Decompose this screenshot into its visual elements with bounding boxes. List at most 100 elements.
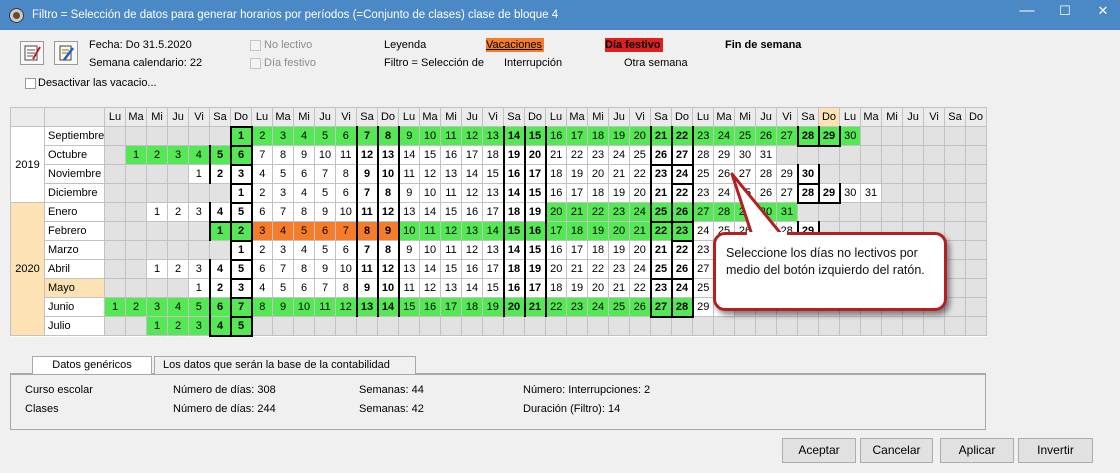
minimize-icon[interactable]: — — [1010, 0, 1044, 28]
day-cell[interactable]: 3 — [188, 316, 210, 336]
day-cell[interactable]: 9 — [398, 126, 420, 146]
settings-button[interactable] — [54, 41, 78, 65]
day-cell[interactable]: 21 — [608, 164, 630, 184]
day-cell[interactable]: 4 — [208, 316, 232, 337]
day-cell[interactable]: 6 — [251, 259, 273, 279]
day-cell[interactable]: 3 — [251, 221, 273, 241]
day-cell[interactable]: 11 — [440, 126, 462, 146]
day-cell[interactable]: 13 — [482, 126, 504, 146]
day-cell[interactable]: 30 — [839, 126, 861, 146]
day-cell[interactable]: 10 — [335, 202, 357, 222]
day-cell[interactable]: 25 — [692, 278, 714, 298]
month-label[interactable]: Mayo — [44, 278, 105, 298]
day-cell[interactable]: 30 — [734, 145, 756, 165]
day-cell[interactable]: 7 — [314, 278, 336, 298]
day-cell[interactable]: 15 — [440, 259, 462, 279]
invertir-button[interactable]: Invertir — [1018, 438, 1093, 463]
day-cell[interactable]: 1 — [188, 278, 210, 298]
day-cell[interactable]: 6 — [208, 297, 232, 317]
day-cell[interactable]: 26 — [649, 145, 673, 166]
weekday-header[interactable]: Ju — [167, 107, 189, 127]
day-cell[interactable]: 5 — [229, 258, 253, 279]
day-cell[interactable]: 2 — [251, 240, 273, 260]
day-cell[interactable]: 12 — [419, 278, 441, 298]
day-cell[interactable]: 3 — [146, 297, 168, 317]
day-cell[interactable]: 15 — [523, 126, 547, 146]
day-cell[interactable]: 27 — [692, 202, 714, 222]
day-cell[interactable]: 5 — [314, 126, 336, 146]
weekday-header[interactable]: Mi — [440, 107, 462, 127]
weekday-header[interactable]: Sa — [503, 107, 525, 127]
month-label[interactable]: Febrero — [44, 221, 105, 241]
weekday-header[interactable]: Ju — [314, 107, 336, 127]
day-cell[interactable]: 18 — [587, 240, 609, 260]
day-cell[interactable]: 25 — [629, 145, 651, 165]
day-cell[interactable]: 18 — [502, 259, 526, 279]
day-cell[interactable]: 11 — [355, 202, 379, 222]
day-cell[interactable]: 2 — [208, 164, 232, 184]
day-cell[interactable]: 24 — [670, 164, 694, 185]
day-cell[interactable]: 15 — [523, 240, 547, 260]
day-cell[interactable]: 21 — [649, 183, 673, 203]
weekday-header[interactable]: Ju — [902, 107, 924, 127]
day-cell[interactable]: 21 — [649, 240, 673, 260]
day-cell[interactable]: 14 — [419, 202, 441, 222]
day-cell[interactable]: 27 — [692, 259, 714, 279]
day-cell[interactable]: 18 — [482, 145, 504, 165]
day-cell[interactable]: 28 — [796, 183, 820, 204]
weekday-header[interactable]: Sa — [356, 107, 378, 127]
day-cell[interactable]: 5 — [188, 297, 210, 317]
day-cell[interactable]: 30 — [796, 164, 820, 185]
weekday-header[interactable]: Mi — [734, 107, 756, 127]
day-cell[interactable]: 3 — [272, 126, 294, 146]
day-cell[interactable]: 17 — [566, 183, 588, 203]
day-cell[interactable]: 18 — [587, 183, 609, 203]
month-label[interactable]: Abril — [44, 259, 105, 279]
weekday-header[interactable]: Ju — [461, 107, 483, 127]
day-cell[interactable]: 7 — [355, 126, 379, 146]
day-cell[interactable]: 8 — [376, 240, 400, 260]
day-cell[interactable]: 12 — [419, 164, 441, 184]
day-cell[interactable]: 12 — [461, 126, 483, 146]
day-cell[interactable]: 12 — [376, 202, 400, 222]
day-cell[interactable]: 11 — [398, 278, 420, 298]
day-cell[interactable]: 14 — [502, 240, 526, 260]
day-cell[interactable]: 12 — [335, 297, 357, 317]
day-cell[interactable]: 4 — [293, 183, 315, 203]
day-cell[interactable]: 4 — [272, 221, 294, 241]
weekday-header[interactable]: Ma — [125, 107, 147, 127]
day-cell[interactable]: 5 — [314, 183, 336, 203]
day-cell[interactable]: 2 — [251, 183, 273, 203]
day-cell[interactable]: 13 — [355, 297, 379, 317]
day-cell[interactable]: 5 — [229, 201, 253, 222]
day-cell[interactable]: 2 — [167, 259, 189, 279]
day-cell[interactable]: 15 — [482, 278, 504, 298]
day-cell[interactable]: 4 — [293, 240, 315, 260]
weekday-header[interactable]: Sa — [209, 107, 231, 127]
day-cell[interactable]: 25 — [649, 259, 673, 280]
weekday-header[interactable]: Lu — [545, 107, 567, 127]
day-cell[interactable]: 25 — [649, 202, 673, 223]
day-cell[interactable]: 14 — [502, 126, 526, 146]
day-cell[interactable]: 8 — [251, 297, 273, 317]
day-cell[interactable]: 4 — [293, 126, 315, 146]
day-cell[interactable]: 6 — [335, 183, 357, 203]
day-cell[interactable]: 5 — [272, 164, 294, 184]
day-cell[interactable]: 13 — [398, 259, 420, 279]
day-cell[interactable]: 7 — [251, 145, 273, 165]
day-cell[interactable]: 22 — [649, 221, 673, 241]
day-cell[interactable]: 11 — [440, 240, 462, 260]
day-cell[interactable]: 16 — [461, 202, 483, 222]
day-cell[interactable]: 23 — [608, 202, 630, 222]
day-cell[interactable]: 28 — [796, 126, 820, 147]
day-cell[interactable]: 24 — [629, 259, 651, 279]
day-cell[interactable]: 1 — [188, 164, 210, 184]
day-cell[interactable]: 24 — [713, 126, 735, 146]
day-cell[interactable]: 7 — [335, 221, 357, 241]
day-cell[interactable]: 19 — [608, 183, 630, 203]
day-cell[interactable]: 3 — [167, 145, 189, 165]
day-cell[interactable]: 9 — [272, 297, 294, 317]
day-cell[interactable]: 20 — [629, 240, 651, 260]
day-cell[interactable]: 21 — [566, 202, 588, 222]
day-cell[interactable]: 31 — [860, 183, 882, 203]
